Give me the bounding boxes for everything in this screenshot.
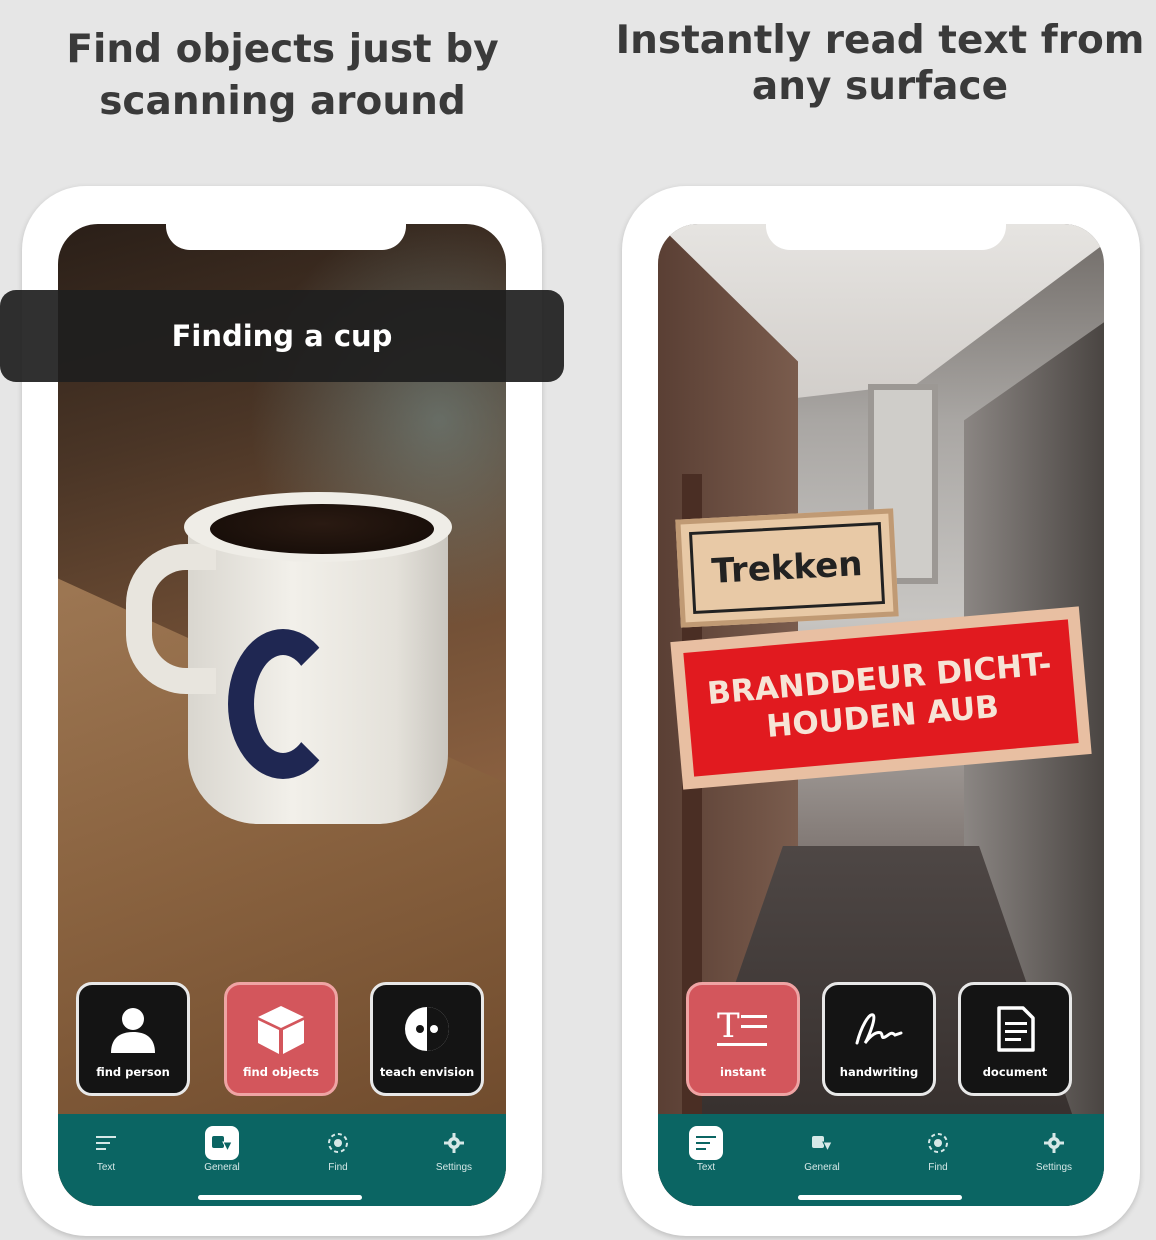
phone-frame-left: find person find objects teach envision: [0, 186, 564, 1236]
gear-icon: [414, 1124, 494, 1162]
home-indicator: [798, 1195, 962, 1200]
instant-text-button[interactable]: T instant: [686, 982, 800, 1096]
action-tiles: find person find objects teach envision: [58, 982, 506, 1096]
document-icon: [961, 1001, 1069, 1057]
lines-icon: [696, 1136, 716, 1150]
nav-label: Text: [696, 1162, 716, 1173]
lines-icon: [66, 1124, 146, 1162]
headline-line-1: Instantly read text from: [615, 18, 1145, 63]
bottom-nav: Text General Find Settings: [658, 1114, 1104, 1206]
nav-label: Text: [96, 1162, 116, 1173]
handwriting-button[interactable]: handwriting: [822, 982, 936, 1096]
sign-trekken: Trekken: [675, 508, 899, 628]
target-icon: [298, 1124, 378, 1162]
tile-label: instant: [720, 1065, 766, 1079]
nav-label: Find: [328, 1162, 348, 1173]
nav-tab-text[interactable]: Text: [66, 1124, 146, 1184]
nav-tab-text[interactable]: Text: [666, 1124, 746, 1184]
half-circle-icon: [373, 1001, 481, 1057]
mug-c-logo: [228, 629, 338, 779]
text-badge: [689, 1126, 723, 1160]
signature-icon: [825, 1001, 933, 1057]
nav-tab-find[interactable]: Find: [298, 1124, 378, 1184]
tile-label: document: [982, 1065, 1048, 1079]
shapes-icon: [212, 1136, 233, 1152]
nav-tab-settings[interactable]: Settings: [1014, 1124, 1094, 1184]
nav-tab-find[interactable]: Find: [898, 1124, 978, 1184]
general-badge: [205, 1126, 239, 1160]
headline-read-text: Instantly read text from any surface: [600, 18, 1156, 110]
shapes-icon: [782, 1124, 862, 1162]
camera-screen-right: Trekken BRANDDEUR DICHT- HOUDEN AUB T in…: [658, 224, 1104, 1206]
tile-label: teach envision: [379, 1065, 475, 1079]
tile-label: find objects: [243, 1065, 319, 1079]
nav-label: Settings: [435, 1162, 473, 1173]
phone-notch: [766, 224, 1006, 250]
action-tiles: T instant handwriting document: [658, 982, 1104, 1096]
nav-label: Settings: [1035, 1162, 1073, 1173]
phone-notch: [166, 224, 406, 250]
phone-frame-right: Trekken BRANDDEUR DICHT- HOUDEN AUB T in…: [622, 186, 1140, 1236]
target-icon: [898, 1124, 978, 1162]
text-instant-icon: T: [689, 1001, 797, 1057]
nav-label: General: [804, 1162, 840, 1173]
person-icon: [79, 1001, 187, 1057]
headline-find-objects: Find objects just by scanning around: [20, 24, 545, 128]
gear-icon: [1014, 1124, 1094, 1162]
svg-text:T: T: [717, 1006, 740, 1046]
cube-icon: [227, 1001, 335, 1057]
coffee-mug: [126, 492, 452, 824]
mug-coffee: [210, 504, 434, 554]
headline-line-1: Find objects just by: [66, 27, 499, 72]
sign-red-panel: BRANDDEUR DICHT- HOUDEN AUB: [683, 619, 1079, 777]
bottom-nav: Text General Find Settings: [58, 1114, 506, 1206]
status-banner: Finding a cup: [0, 290, 564, 382]
nav-tab-settings[interactable]: Settings: [414, 1124, 494, 1184]
tile-label: handwriting: [839, 1065, 919, 1079]
document-button[interactable]: document: [958, 982, 1072, 1096]
find-person-button[interactable]: find person: [76, 982, 190, 1096]
home-indicator: [198, 1195, 362, 1200]
teach-envision-button[interactable]: teach envision: [370, 982, 484, 1096]
nav-label: Find: [928, 1162, 948, 1173]
tile-label: find person: [96, 1065, 170, 1079]
nav-label: General: [204, 1162, 240, 1173]
sign-text: Trekken: [688, 522, 886, 614]
headline-line-2: any surface: [751, 64, 1009, 109]
text-tab-icon: [666, 1124, 746, 1162]
nav-tab-general[interactable]: General: [782, 1124, 862, 1184]
headline-line-2: scanning around: [99, 79, 466, 124]
find-objects-button[interactable]: find objects: [224, 982, 338, 1096]
mug-handle: [126, 544, 216, 694]
general-tab-icon: [182, 1124, 262, 1162]
nav-tab-general[interactable]: General: [182, 1124, 262, 1184]
